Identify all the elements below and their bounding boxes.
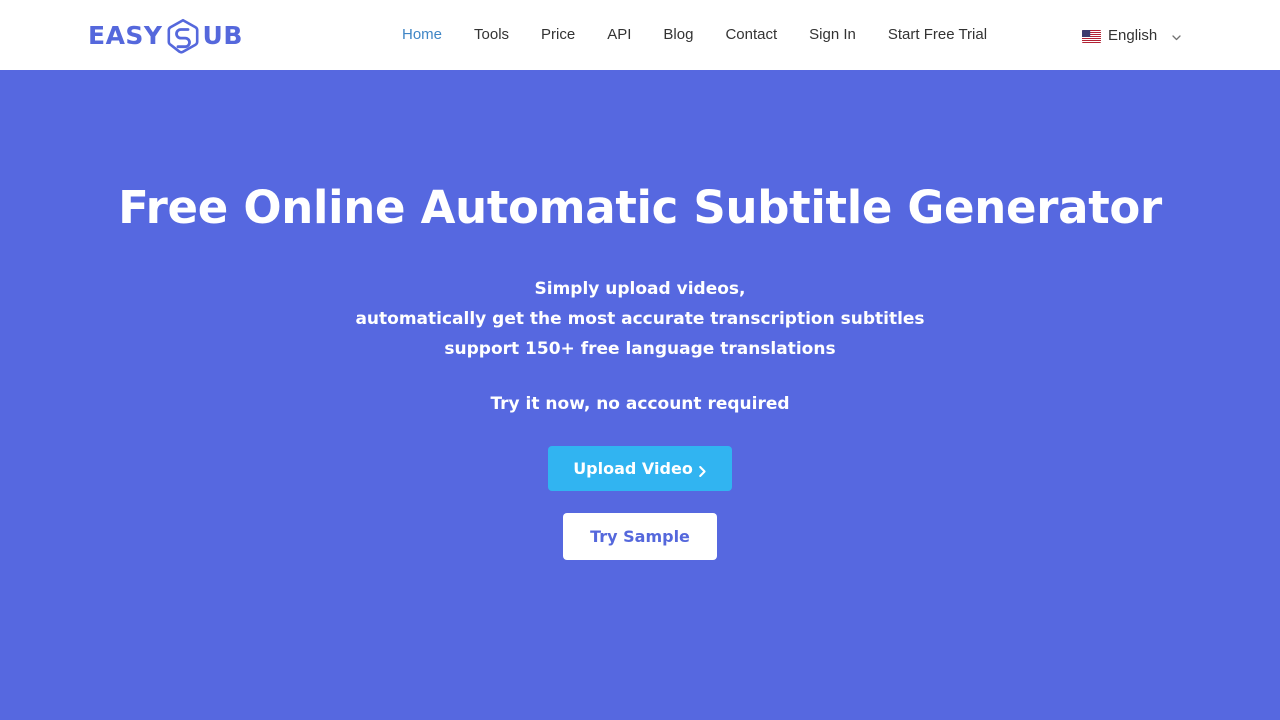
s-hexagon-logo-icon — [166, 18, 200, 54]
language-selector[interactable]: English — [1072, 0, 1182, 70]
nav-item-home: Home — [386, 0, 458, 70]
hero-note: Try it now, no account required — [490, 393, 790, 414]
upload-video-button-label: Upload Video — [573, 458, 693, 478]
page-title: Free Online Automatic Subtitle Generator — [118, 181, 1162, 234]
us-flag-icon — [1082, 29, 1101, 43]
logo-text-ub: UB — [202, 20, 243, 50]
logo-text-easy: EASY — [88, 20, 163, 50]
nav-item-api: API — [591, 0, 647, 70]
nav-link-contact[interactable]: Contact — [709, 0, 793, 70]
nav-item-tools: Tools — [458, 0, 525, 70]
brand-logo[interactable]: EASY UB — [88, 0, 243, 70]
nav-item-price: Price — [525, 0, 591, 70]
nav-item-signin: Sign In — [793, 0, 872, 70]
top-navigation-bar: EASY UB Home Tools Price API Blog Contac… — [0, 0, 1280, 70]
nav-link-tools[interactable]: Tools — [458, 0, 525, 70]
hero-actions: Upload Video Try Sample — [0, 445, 1280, 560]
hero-subtitle: Simply upload videos, automatically get … — [0, 274, 1280, 364]
nav-links-list: Home Tools Price API Blog Contact Sign I… — [386, 0, 1003, 70]
hero-section: Free Online Automatic Subtitle Generator… — [0, 70, 1280, 720]
nav-link-price[interactable]: Price — [525, 0, 591, 70]
upload-video-button[interactable]: Upload Video — [548, 445, 732, 491]
try-sample-button[interactable]: Try Sample — [563, 512, 717, 560]
nav-link-blog[interactable]: Blog — [647, 0, 709, 70]
nav-item-contact: Contact — [709, 0, 793, 70]
chevron-down-icon — [1171, 30, 1182, 41]
nav-link-start-free-trial[interactable]: Start Free Trial — [872, 0, 1003, 70]
nav-link-home[interactable]: Home — [386, 0, 458, 70]
language-label: English — [1108, 26, 1158, 44]
nav-link-sign-in[interactable]: Sign In — [793, 0, 872, 70]
hero-subtitle-line-3: support 150+ free language translations — [444, 338, 836, 359]
chevron-right-icon — [698, 463, 707, 477]
hero-subtitle-line-1: Simply upload videos, — [534, 278, 746, 299]
nav-item-blog: Blog — [647, 0, 709, 70]
nav-item-start-free-trial: Start Free Trial — [872, 0, 1003, 70]
hero-subtitle-line-2: automatically get the most accurate tran… — [355, 308, 925, 329]
nav-link-api[interactable]: API — [591, 0, 647, 70]
